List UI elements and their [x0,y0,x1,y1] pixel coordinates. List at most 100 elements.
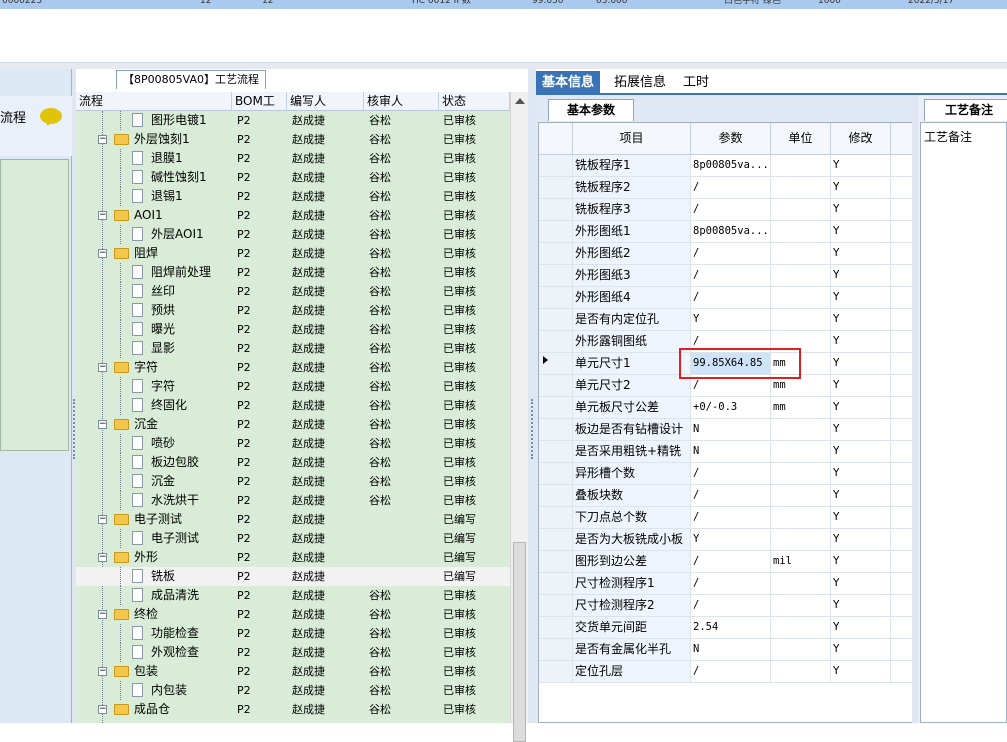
param-row[interactable]: 单元板尺寸公差 +0/-0.3 mm Y [539,397,915,419]
param-value[interactable]: / [691,177,771,199]
param-row[interactable]: 铣板程序2/ Y [539,177,915,199]
col-header-item[interactable]: 项目 [573,123,691,155]
tree-row[interactable]: 电子测试 P2 赵成捷 已编写 [76,529,510,548]
comment-bubble-icon[interactable] [40,108,62,126]
param-value[interactable]: / [691,265,771,287]
param-row[interactable]: 铣板程序3/ Y [539,199,915,221]
scroll-up-arrow-icon[interactable] [515,98,525,104]
param-row[interactable]: 是否采用粗铣+精铣 N Y [539,441,915,463]
collapse-toggle-icon[interactable]: − [98,211,107,220]
tree-row[interactable]: − 沉金 P2 赵成捷 谷松 已审核 [76,415,510,434]
param-row[interactable]: 交货单元间距 2.54 Y [539,617,915,639]
param-row[interactable]: 外形图纸1 8p00805va... Y [539,221,915,243]
tree-row[interactable]: 沉金 P2 赵成捷 谷松 已审核 [76,472,510,491]
param-value[interactable]: / [691,661,771,683]
tree-row[interactable]: − 字符 P2 赵成捷 谷松 已审核 [76,358,510,377]
col-header-reviewer[interactable]: 核审人 [364,92,439,111]
tree-row[interactable]: 退锡1 P2 赵成捷 谷松 已审核 [76,187,510,206]
param-value[interactable]: / [691,573,771,595]
tab-basic-info[interactable]: 基本信息 [536,71,601,95]
tree-row[interactable]: 外观检查 P2 赵成捷 谷松 已审核 [76,643,510,662]
param-value[interactable]: 2.54 [691,617,771,639]
param-value[interactable]: / [691,551,771,573]
collapse-toggle-icon[interactable]: − [98,135,107,144]
col-header-modify[interactable]: 修改 [831,123,891,155]
param-row[interactable]: 是否为大板铣成小板 Y Y [539,529,915,551]
remarks-field[interactable]: 工艺备注 [920,122,1007,723]
param-value[interactable]: / [691,463,771,485]
tree-row[interactable]: 铣板 P2 赵成捷 已编写 [76,567,510,586]
tree-row[interactable]: − 包装 P2 赵成捷 谷松 已审核 [76,662,510,681]
col-header-writer[interactable]: 编写人 [287,92,364,111]
param-value[interactable]: Y [691,529,771,551]
param-value[interactable]: / [691,243,771,265]
collapse-toggle-icon[interactable]: − [98,249,107,258]
param-row[interactable]: 外形图纸2/ Y [539,243,915,265]
scroll-thumb[interactable] [513,542,526,742]
param-row[interactable]: 外形图纸3/ Y [539,265,915,287]
collapse-toggle-icon[interactable]: − [98,705,107,714]
tree-row[interactable]: 阻焊前处理 P2 赵成捷 谷松 已审核 [76,263,510,282]
param-row[interactable]: 下刀点总个数 / Y [539,507,915,529]
collapse-toggle-icon[interactable]: − [98,363,107,372]
tree-row[interactable]: 成品清洗 P2 赵成捷 谷松 已审核 [76,586,510,605]
tree-row[interactable]: 外层AOI1 P2 赵成捷 谷松 已审核 [76,225,510,244]
tree-row[interactable]: 曝光 P2 赵成捷 谷松 已审核 [76,320,510,339]
param-value[interactable]: N [691,441,771,463]
tree-row[interactable]: 终固化 P2 赵成捷 谷松 已审核 [76,396,510,415]
tree-row[interactable]: − 阻焊 P2 赵成捷 谷松 已审核 [76,244,510,263]
tree-row[interactable]: − 外形 P2 赵成捷 已编写 [76,548,510,567]
collapse-toggle-icon[interactable]: − [98,610,107,619]
collapse-toggle-icon[interactable]: − [98,667,107,676]
param-row[interactable]: 叠板块数 / Y [539,485,915,507]
param-row[interactable]: 外形图纸4/ Y [539,287,915,309]
param-value[interactable]: N [691,639,771,661]
tree-row[interactable]: − 成品仓 P2 赵成捷 谷松 已审核 [76,700,510,719]
param-value[interactable]: / [691,595,771,617]
col-header-bom[interactable]: BOM工厂 [232,92,287,126]
tree-row[interactable]: 图形电镀1 P2 赵成捷 谷松 已审核 [76,111,510,130]
tree-row[interactable]: 板边包胶 P2 赵成捷 谷松 已审核 [76,453,510,472]
col-header-process[interactable]: 流程 [76,92,232,111]
param-value[interactable]: / [691,199,771,221]
param-value[interactable]: / [691,485,771,507]
param-value[interactable]: 8p00805va... [691,221,771,243]
param-value[interactable]: / [691,507,771,529]
tree-row[interactable]: 水洗烘干 P2 赵成捷 谷松 已审核 [76,491,510,510]
basic-params-tab[interactable]: 基本参数 [548,99,634,121]
tree-row[interactable]: 丝印 P2 赵成捷 谷松 已审核 [76,282,510,301]
collapse-toggle-icon[interactable]: − [98,420,107,429]
param-row[interactable]: 是否有金属化半孔 N Y [539,639,915,661]
param-row[interactable]: 定位孔层 / Y [539,661,915,683]
param-row[interactable]: 尺寸检测程序1/ Y [539,573,915,595]
param-row[interactable]: 异形槽个数 / Y [539,463,915,485]
tree-row[interactable]: − 电子测试 P2 赵成捷 已编写 [76,510,510,529]
param-value[interactable]: Y [691,309,771,331]
param-value[interactable]: +0/-0.3 [691,397,771,419]
splitter-grip[interactable] [73,399,75,459]
tree-row[interactable]: 字符 P2 赵成捷 谷松 已审核 [76,377,510,396]
param-value[interactable]: N [691,419,771,441]
param-row[interactable]: 是否有内定位孔 Y Y [539,309,915,331]
tree-row[interactable]: 喷砂 P2 赵成捷 谷松 已审核 [76,434,510,453]
splitter-grip[interactable] [531,399,533,459]
param-row[interactable]: 板边是否有钻槽设计 N Y [539,419,915,441]
param-row[interactable]: 图形到边公差 / mil Y [539,551,915,573]
tree-row[interactable]: 显影 P2 赵成捷 谷松 已审核 [76,339,510,358]
param-value[interactable]: / [691,287,771,309]
tree-row[interactable]: 功能检查 P2 赵成捷 谷松 已审核 [76,624,510,643]
tree-row[interactable]: − 终检 P2 赵成捷 谷松 已审核 [76,605,510,624]
col-header-unit[interactable]: 单位 [771,123,831,155]
tree-scrollbar[interactable] [510,92,528,742]
collapse-toggle-icon[interactable]: − [98,553,107,562]
collapse-toggle-icon[interactable]: − [98,515,107,524]
param-value[interactable]: 8p00805va... [691,155,771,177]
col-header-status[interactable]: 状态 [439,92,510,111]
tree-row[interactable]: 退膜1 P2 赵成捷 谷松 已审核 [76,149,510,168]
tab-extended-info[interactable]: 拓展信息 [608,71,672,95]
param-row[interactable]: 铣板程序1 8p00805va... Y [539,155,915,177]
tree-row[interactable]: 碱性蚀刻1 P2 赵成捷 谷松 已审核 [76,168,510,187]
tab-work-hours[interactable]: 工时 [677,71,715,95]
remarks-tab[interactable]: 工艺备注 [924,99,1007,121]
tree-row[interactable]: − 外层蚀刻1 P2 赵成捷 谷松 已审核 [76,130,510,149]
